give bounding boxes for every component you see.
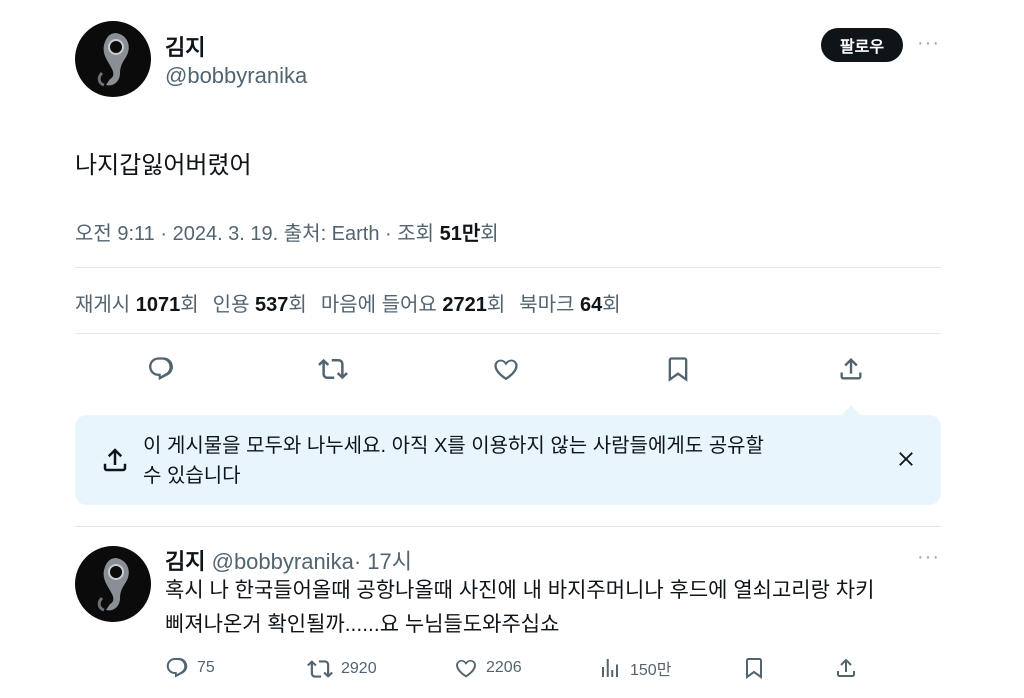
reply-author-handle[interactable]: @bobbyranika <box>212 549 354 574</box>
close-icon <box>899 452 913 466</box>
reply-text-line: 혹시 나 한국들어올때 공항나올때 사진에 내 바지주머니나 후드에 열쇠고리랑… <box>165 579 875 602</box>
bookmark-icon <box>746 658 762 679</box>
bookmark-icon <box>668 357 688 382</box>
views-count: 51만 <box>439 223 481 245</box>
reply-reply-button[interactable]: 75 <box>165 656 215 680</box>
like-icon <box>494 359 518 381</box>
stat-suffix: 회 <box>486 294 506 316</box>
share-prompt: 이 게시물을 모두와 나누세요. 아직 X를 이용하지 않는 사람들에게도 공유… <box>75 415 941 505</box>
share-icon <box>837 658 855 677</box>
author-name[interactable]: 김지 <box>165 30 205 62</box>
like-button[interactable] <box>486 349 526 389</box>
retweet-icon <box>318 358 348 380</box>
reply-icon <box>149 357 173 381</box>
reply-text: 혹시 나 한국들어올때 공항나올때 사진에 내 바지주머니나 후드에 열쇠고리랑… <box>165 574 955 642</box>
stat-quotes[interactable]: 인용 537회 <box>213 294 307 316</box>
bookmark-button[interactable] <box>658 349 698 389</box>
stat-label: 북마크 <box>519 294 580 316</box>
avatar[interactable] <box>75 21 151 97</box>
retweet-icon <box>307 660 333 678</box>
reply-author-name[interactable]: 김지 <box>165 549 205 574</box>
stat-value: 537 <box>255 294 289 316</box>
stat-reposts[interactable]: 재게시 1071회 <box>75 294 199 316</box>
tweet-stats: 재게시 1071회 인용 537회 마음에 들어요 2721회 북마크 64회 <box>75 288 621 317</box>
reply-text-line: 삐져나온거 확인될까......요 누님들도와주십쇼 <box>165 613 560 636</box>
share-prompt-line: 이 게시물을 모두와 나누세요. 아직 X를 이용하지 않는 사람들에게도 공유… <box>143 435 764 457</box>
stat-label: 재게시 <box>75 294 136 316</box>
reply-count: 75 <box>197 659 215 676</box>
avatar-image <box>97 33 129 87</box>
timestamp-source: 오전 9:11 · 2024. 3. 19. 출처: Earth · 조회 <box>75 223 440 245</box>
share-prompt-icon <box>100 445 130 475</box>
share-icon <box>840 358 862 380</box>
reply-header: 김지 @bobbyranika· 17시 <box>165 544 412 576</box>
share-prompt-line: 수 있습니다 <box>143 465 241 487</box>
stat-suffix: 회 <box>288 294 307 316</box>
reply-time[interactable]: · 17시 <box>354 549 412 574</box>
stat-value: 2721 <box>442 294 487 316</box>
stat-label: 인용 <box>212 294 256 316</box>
reply-avatar[interactable] <box>75 546 151 622</box>
views-icon <box>602 659 618 677</box>
views-count: 150만 <box>630 662 672 679</box>
share-button[interactable] <box>831 349 871 389</box>
stat-likes[interactable]: 마음에 들어요 2721회 <box>321 294 505 316</box>
reply-more-options-icon[interactable]: ··· <box>917 546 940 569</box>
tweet-meta: 오전 9:11 · 2024. 3. 19. 출처: Earth · 조회 51… <box>75 217 499 246</box>
share-prompt-text: 이 게시물을 모두와 나누세요. 아직 X를 이용하지 않는 사람들에게도 공유… <box>143 431 843 491</box>
avatar-image <box>97 558 129 612</box>
like-icon <box>456 659 476 678</box>
stat-bookmarks[interactable]: 북마크 64회 <box>519 294 620 316</box>
divider <box>75 267 941 268</box>
like-count: 2206 <box>486 659 522 676</box>
divider <box>75 526 941 527</box>
reply-icon <box>166 658 188 678</box>
stat-suffix: 회 <box>602 294 621 316</box>
reply-views-button[interactable]: 150만 <box>598 656 671 680</box>
stat-value: 64 <box>580 294 603 316</box>
stat-label: 마음에 들어요 <box>320 294 443 316</box>
close-button[interactable] <box>895 448 917 470</box>
reply-button[interactable] <box>141 349 181 389</box>
views-suffix: 회 <box>480 223 499 245</box>
reply-share-button[interactable] <box>834 656 858 680</box>
author-handle[interactable]: @bobbyranika <box>165 63 307 89</box>
stat-value: 1071 <box>135 294 181 316</box>
repost-button[interactable] <box>313 349 353 389</box>
stat-suffix: 회 <box>180 294 199 316</box>
follow-button[interactable]: 팔로우 <box>821 28 903 62</box>
reply-repost-button[interactable]: 2920 <box>307 656 377 682</box>
retweet-count: 2920 <box>341 660 377 677</box>
reply-bookmark-button[interactable] <box>742 656 766 680</box>
more-options-icon[interactable]: ··· <box>917 32 940 55</box>
tweet-text: 나지갑잃어버렸어 <box>75 152 252 179</box>
divider <box>75 333 941 334</box>
reply-like-button[interactable]: 2206 <box>454 656 522 680</box>
